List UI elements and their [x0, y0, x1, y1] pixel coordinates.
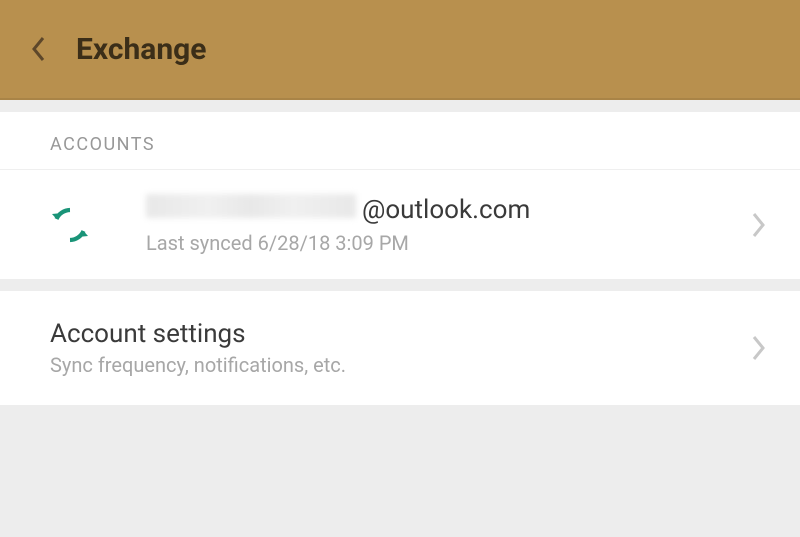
- account-last-synced: Last synced 6/28/18 3:09 PM: [146, 231, 750, 255]
- account-email-domain: @outlook.com: [362, 195, 530, 225]
- chevron-right-icon: [750, 334, 768, 362]
- settings-section: Account settings Sync frequency, notific…: [0, 291, 800, 405]
- account-email: @outlook.com: [146, 194, 750, 225]
- account-settings-row[interactable]: Account settings Sync frequency, notific…: [0, 291, 800, 405]
- account-text: @outlook.com Last synced 6/28/18 3:09 PM: [146, 194, 750, 255]
- settings-subtitle: Sync frequency, notifications, etc.: [50, 353, 750, 377]
- account-email-local-redacted: [146, 194, 356, 218]
- accounts-section: ACCOUNTS @outlook.com Last synced 6/28/1…: [0, 112, 800, 279]
- settings-title: Account settings: [50, 319, 750, 349]
- app-header: Exchange: [0, 0, 800, 100]
- account-row[interactable]: @outlook.com Last synced 6/28/18 3:09 PM: [0, 170, 800, 279]
- back-icon[interactable]: [30, 35, 48, 63]
- sync-icon: [50, 205, 90, 245]
- page-title: Exchange: [76, 32, 207, 67]
- chevron-right-icon: [750, 211, 768, 239]
- settings-text: Account settings Sync frequency, notific…: [50, 319, 750, 377]
- accounts-section-label: ACCOUNTS: [0, 112, 800, 170]
